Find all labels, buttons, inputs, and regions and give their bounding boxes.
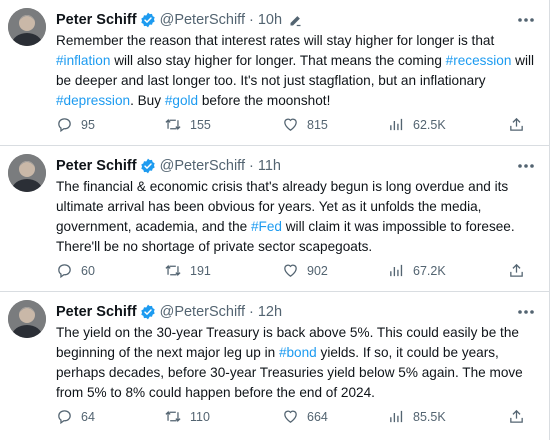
- retweet-button[interactable]: 110: [164, 408, 210, 425]
- share-button[interactable]: [508, 262, 533, 279]
- tweet-text-segment: before the moonshot!: [198, 93, 331, 108]
- like-count: 902: [307, 263, 328, 278]
- tweet-text: The financial & economic crisis that's a…: [56, 177, 540, 257]
- reply-button[interactable]: 95: [56, 116, 95, 133]
- tweet-text: The yield on the 30-year Treasury is bac…: [56, 323, 540, 403]
- separator-dot: ·: [248, 158, 254, 174]
- like-icon: [284, 410, 297, 423]
- reply-icon: [58, 410, 71, 425]
- reply-icon: [58, 118, 71, 133]
- like-count: 664: [307, 409, 328, 424]
- separator-dot: ·: [248, 12, 254, 28]
- author-handle[interactable]: @PeterSchiff: [160, 304, 245, 320]
- author-handle[interactable]: @PeterSchiff: [160, 12, 245, 28]
- views-icon: [390, 118, 403, 131]
- retweet-icon: [165, 410, 181, 423]
- retweet-icon: [165, 264, 181, 277]
- author-name[interactable]: Peter Schiff: [56, 304, 137, 320]
- retweet-button[interactable]: 191: [164, 262, 211, 279]
- timestamp[interactable]: 12h: [258, 304, 282, 320]
- timestamp[interactable]: 10h: [258, 12, 282, 28]
- author-name[interactable]: Peter Schiff: [56, 158, 137, 174]
- like-button[interactable]: 902: [282, 262, 328, 279]
- share-button[interactable]: [508, 116, 533, 133]
- views-count: 67.2K: [413, 263, 446, 278]
- retweet-icon: [165, 118, 181, 131]
- views-count: 85.5K: [413, 409, 446, 424]
- hashtag-link[interactable]: #depression: [56, 93, 130, 108]
- timestamp[interactable]: 11h: [258, 158, 281, 174]
- tweet-actions: 64 110 664 85.5K: [56, 408, 539, 428]
- hashtag-link[interactable]: #recession: [446, 53, 512, 68]
- tweet-text: Remember the reason that interest rates …: [56, 31, 540, 111]
- like-count: 815: [307, 117, 328, 132]
- verified-badge-icon: [140, 158, 156, 174]
- views-button[interactable]: 67.2K: [388, 262, 446, 279]
- like-icon: [284, 118, 297, 131]
- like-icon: [284, 264, 297, 277]
- more-icon[interactable]: [517, 156, 535, 176]
- tweet-text-segment: Remember the reason that interest rates …: [56, 33, 495, 48]
- share-icon: [510, 409, 523, 423]
- tweet-actions: 95 155 815 62.5K: [56, 116, 539, 136]
- views-icon: [390, 410, 403, 423]
- reply-count: 60: [81, 263, 95, 278]
- more-icon[interactable]: [517, 10, 535, 30]
- avatar[interactable]: [8, 8, 46, 46]
- tweet-text-segment: . Buy: [130, 93, 165, 108]
- retweet-count: 110: [190, 409, 210, 424]
- like-button[interactable]: 664: [282, 408, 328, 425]
- more-icon[interactable]: [517, 302, 535, 322]
- tweet[interactable]: Peter Schiff @PeterSchiff · 12h The yiel…: [0, 292, 550, 440]
- reply-button[interactable]: 64: [56, 408, 95, 425]
- tweet[interactable]: Peter Schiff @PeterSchiff · 10h Remember…: [0, 0, 550, 146]
- verified-badge-icon: [140, 304, 156, 320]
- reply-count: 95: [81, 117, 95, 132]
- author-handle[interactable]: @PeterSchiff: [160, 158, 245, 174]
- share-button[interactable]: [508, 408, 533, 425]
- retweet-count: 155: [190, 117, 211, 132]
- views-button[interactable]: 62.5K: [388, 116, 446, 133]
- hashtag-link[interactable]: #inflation: [56, 53, 110, 68]
- views-count: 62.5K: [413, 117, 446, 132]
- hashtag-link[interactable]: #Fed: [251, 219, 282, 234]
- views-button[interactable]: 85.5K: [388, 408, 446, 425]
- reply-icon: [58, 264, 71, 279]
- tweet[interactable]: Peter Schiff @PeterSchiff · 11h The fina…: [0, 146, 550, 292]
- retweet-button[interactable]: 155: [164, 116, 211, 133]
- hashtag-link[interactable]: #bond: [279, 345, 317, 360]
- tweet-text-segment: will also stay higher for longer. That m…: [110, 53, 446, 68]
- author-name[interactable]: Peter Schiff: [56, 12, 137, 28]
- views-icon: [390, 264, 403, 277]
- edit-icon: [288, 13, 303, 28]
- hashtag-link[interactable]: #gold: [165, 93, 198, 108]
- tweet-actions: 60 191 902 67.2K: [56, 262, 539, 282]
- retweet-count: 191: [190, 263, 211, 278]
- separator-dot: ·: [248, 304, 254, 320]
- share-icon: [510, 117, 523, 131]
- reply-count: 64: [81, 409, 95, 424]
- avatar[interactable]: [8, 154, 46, 192]
- like-button[interactable]: 815: [282, 116, 328, 133]
- share-icon: [510, 263, 523, 277]
- avatar[interactable]: [8, 300, 46, 338]
- reply-button[interactable]: 60: [56, 262, 95, 279]
- verified-badge-icon: [140, 12, 156, 28]
